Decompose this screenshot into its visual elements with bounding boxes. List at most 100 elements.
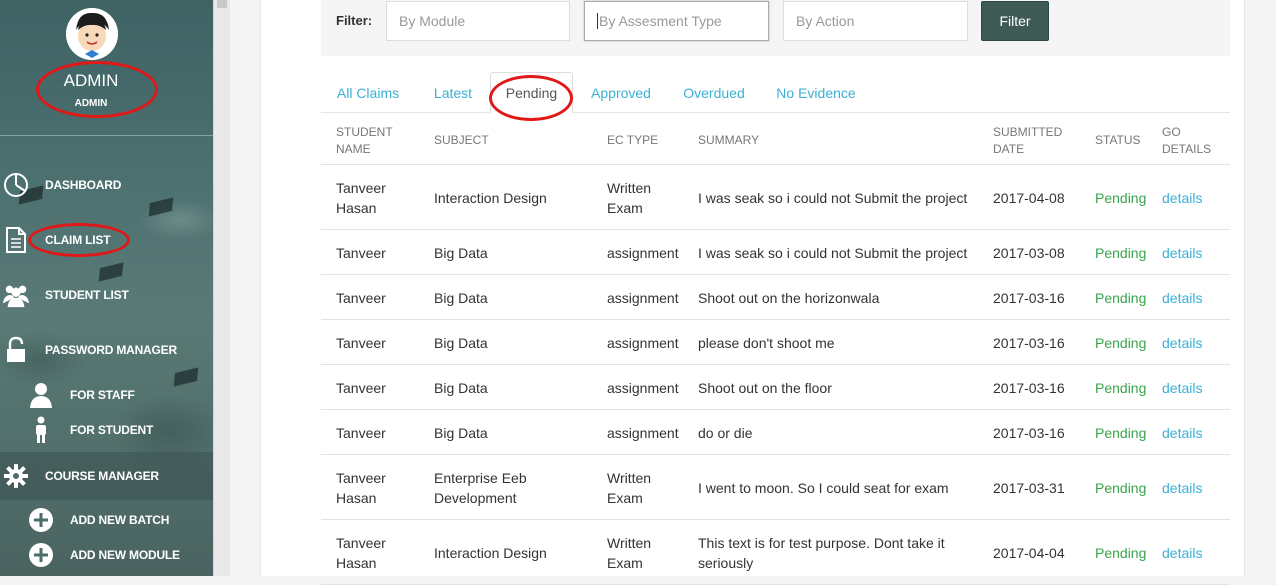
cell-student-name: Tanveer: [336, 244, 386, 261]
cell-summary: I was seak so i could not Submit the pro…: [698, 189, 968, 206]
tab-no-evidence[interactable]: No Evidence: [774, 72, 858, 113]
details-link[interactable]: details: [1162, 410, 1202, 455]
cell-ec-type: assignment: [607, 244, 679, 261]
cell-student-name: Tanveer Hasan: [336, 179, 386, 216]
cell-submitted-date: 2017-03-31: [993, 479, 1065, 496]
table-row: Tanveer Big Data assignment Shoot out on th…: [321, 275, 1230, 320]
header-status: STATUS: [1095, 133, 1141, 147]
cell-student-name: Tanveer: [336, 424, 386, 441]
cell-summary: I was seak so i could not Submit the pro…: [698, 244, 968, 261]
sidebar-item-dashboard[interactable]: DASHBOARD: [0, 167, 213, 203]
table-row: Tanveer Big Data assignment please don't sh…: [321, 320, 1230, 365]
sidebar-item-add-new-batch[interactable]: ADD NEW BATCH: [0, 502, 213, 538]
avatar[interactable]: [66, 8, 118, 60]
filter-label: Filter:: [336, 13, 373, 28]
users-icon: [2, 281, 30, 309]
sidebar-item-label: STUDENT LIST: [45, 288, 129, 302]
cell-ec-type: assignment: [607, 334, 679, 351]
cell-subject: Interaction Design: [434, 189, 547, 206]
avatar-icon: [66, 8, 118, 60]
details-link[interactable]: details: [1162, 275, 1202, 320]
tab-all-claims[interactable]: All Claims: [329, 72, 407, 113]
tab-latest[interactable]: Latest: [427, 72, 479, 113]
header-submitted-date: SUBMITTED DATE: [993, 125, 1063, 156]
sidebar-scrollbar[interactable]: [213, 0, 230, 576]
cell-subject: Big Data: [434, 379, 488, 396]
cell-student-name: Tanveer: [336, 379, 386, 396]
cell-summary: Shoot out on the horizonwala: [698, 289, 880, 306]
sidebar-item-label: DASHBOARD: [45, 178, 122, 192]
cell-summary: I went to moon. So I could seat for exam: [698, 479, 949, 496]
sidebar-item-label: ADD NEW MODULE: [70, 548, 180, 562]
pie-chart-icon: [2, 171, 30, 199]
cell-student-name: Tanveer Hasan: [336, 469, 386, 506]
table-row: Tanveer Big Data assignment Shoot out on th…: [321, 365, 1230, 410]
cell-ec-type: assignment: [607, 424, 679, 441]
details-link[interactable]: details: [1162, 365, 1202, 410]
sidebar-item-label: FOR STAFF: [70, 388, 135, 402]
tab-overdued[interactable]: Overdued: [678, 72, 750, 113]
sidebar: ADMIN ADMIN DASHBOARD CLAIM LIST STUDENT…: [0, 0, 213, 576]
cell-subject: Big Data: [434, 289, 488, 306]
user-icon: [27, 381, 55, 409]
cell-subject: Big Data: [434, 334, 488, 351]
cell-status: Pending: [1095, 334, 1147, 351]
cell-submitted-date: 2017-03-16: [993, 289, 1065, 306]
scrollbar-thumb[interactable]: [217, 0, 227, 8]
cell-summary: please don't shoot me: [698, 334, 835, 351]
cell-status: Pending: [1095, 289, 1147, 306]
filter-button[interactable]: Filter: [981, 1, 1049, 41]
cell-subject: Interaction Design: [434, 544, 547, 561]
details-link[interactable]: details: [1162, 320, 1202, 365]
table-header-row: STUDENT NAME SUBJECT EC TYPE SUMMARY SUBM…: [321, 113, 1230, 165]
sidebar-divider: [0, 135, 213, 136]
cell-ec-type: Written Exam: [607, 469, 652, 506]
plus-circle-icon: [27, 541, 55, 569]
document-icon: [2, 226, 30, 254]
cell-status: Pending: [1095, 244, 1147, 261]
cell-student-name: Tanveer Hasan: [336, 534, 386, 571]
tab-approved[interactable]: Approved: [588, 72, 654, 113]
table-row: Tanveer Hasan Interaction Design Written Exa…: [321, 165, 1230, 230]
cell-status: Pending: [1095, 424, 1147, 441]
filter-bar: Filter: By Module By Assesment Type By A…: [321, 0, 1230, 56]
annotation-ring-claim-list: [28, 223, 130, 257]
cell-ec-type: assignment: [607, 379, 679, 396]
cell-status: Pending: [1095, 479, 1147, 496]
student-icon: [27, 416, 55, 444]
gear-icon: [2, 462, 30, 490]
header-student-name: STUDENT NAME: [336, 125, 393, 156]
cell-subject: Big Data: [434, 424, 488, 441]
cell-ec-type: Written Exam: [607, 179, 652, 216]
details-link[interactable]: details: [1162, 230, 1202, 275]
cell-submitted-date: 2017-03-16: [993, 379, 1065, 396]
cell-status: Pending: [1095, 379, 1147, 396]
table-row: Tanveer Hasan Interaction Design Written Exa…: [321, 520, 1230, 585]
table-row: Tanveer Big Data assignment do or die 2017-0…: [321, 410, 1230, 455]
details-link[interactable]: details: [1162, 455, 1202, 520]
annotation-ring-admin: [36, 61, 158, 118]
main-panel: Filter: By Module By Assesment Type By A…: [260, 0, 1245, 585]
sidebar-item-course-manager[interactable]: COURSE MANAGER: [0, 452, 213, 500]
table-row: Tanveer Big Data assignment I was seak so i…: [321, 230, 1230, 275]
cell-student-name: Tanveer: [336, 289, 386, 306]
assessment-type-filter-input[interactable]: By Assesment Type: [584, 1, 769, 41]
cell-submitted-date: 2017-03-16: [993, 424, 1065, 441]
action-filter-input[interactable]: By Action: [783, 1, 968, 41]
cell-submitted-date: 2017-04-08: [993, 189, 1065, 206]
header-go-details: GO DETAILS: [1162, 125, 1212, 156]
claim-tabs: All Claims Latest Pending Approved Overd…: [321, 70, 1230, 121]
sidebar-item-label: FOR STUDENT: [70, 423, 154, 437]
cell-submitted-date: 2017-03-08: [993, 244, 1065, 261]
details-link[interactable]: details: [1162, 165, 1202, 230]
sidebar-item-for-staff[interactable]: FOR STAFF: [0, 377, 213, 413]
cell-status: Pending: [1095, 544, 1147, 561]
cell-ec-type: assignment: [607, 289, 679, 306]
module-filter-input[interactable]: By Module: [386, 1, 570, 41]
sidebar-item-label: COURSE MANAGER: [45, 469, 159, 483]
sidebar-item-add-new-module[interactable]: ADD NEW MODULE: [0, 537, 213, 573]
sidebar-item-student-list[interactable]: STUDENT LIST: [0, 277, 213, 313]
sidebar-item-password-manager[interactable]: PASSWORD MANAGER: [0, 332, 213, 368]
details-link[interactable]: details: [1162, 520, 1202, 585]
sidebar-item-for-student[interactable]: FOR STUDENT: [0, 412, 213, 448]
